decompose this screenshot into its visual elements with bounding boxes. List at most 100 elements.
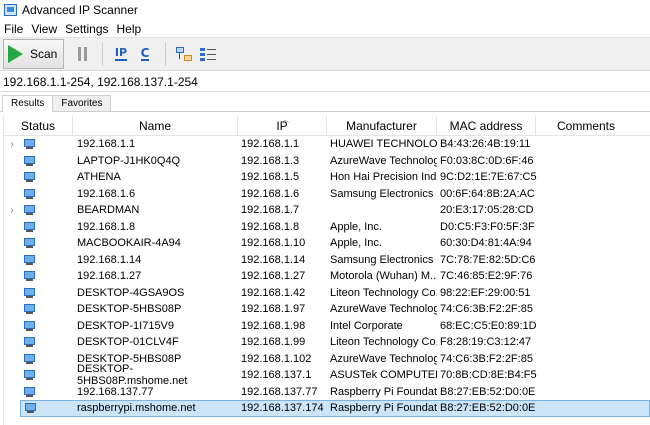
toolbar-separator bbox=[165, 42, 166, 66]
table-row[interactable]: DESKTOP-5HBS08P.mshome.net 192.168.137.1 A… bbox=[4, 363, 650, 387]
manufacturer-cell: Liteon Technology Co... bbox=[330, 336, 437, 349]
ip-cell: 192.168.1.42 bbox=[241, 286, 306, 299]
ip-range-input[interactable] bbox=[3, 75, 643, 89]
ip-cell: 192.168.1.102 bbox=[241, 352, 312, 365]
app-icon bbox=[4, 4, 17, 16]
manufacturer-cell: Samsung Electronics ... bbox=[330, 253, 437, 266]
table-row[interactable]: 192.168.137.77 192.168.137.77 Raspberry Pi… bbox=[4, 384, 650, 401]
computer-icon bbox=[24, 139, 35, 150]
menu-settings[interactable]: Settings bbox=[61, 22, 112, 36]
computer-icon bbox=[24, 172, 35, 183]
name-cell: ATHENA bbox=[77, 171, 121, 184]
ip-cell: 192.168.1.10 bbox=[241, 237, 306, 250]
tab-results[interactable]: Results bbox=[2, 95, 54, 112]
table-row[interactable]: › BEARDMAN 192.168.1.7 20:E3:17:05:28:CD bbox=[4, 202, 650, 219]
mac-cell: 20:E3:17:05:28:CD bbox=[440, 204, 534, 217]
computer-icon bbox=[25, 403, 36, 414]
manufacturer-cell: AzureWave Technolog... bbox=[330, 303, 437, 316]
table-row[interactable]: DESKTOP-1I715V9 192.168.1.98 Intel Corpora… bbox=[4, 318, 650, 335]
computer-icon bbox=[24, 254, 35, 265]
scan-button[interactable]: Scan bbox=[3, 39, 64, 69]
table-row[interactable]: ATHENA 192.168.1.5 Hon Hai Precision Ind..… bbox=[4, 169, 650, 186]
pause-button[interactable] bbox=[71, 41, 93, 67]
status-cell bbox=[20, 171, 73, 183]
tab-strip: Results Favorites bbox=[0, 95, 650, 112]
play-icon bbox=[8, 45, 23, 63]
column-header-mac[interactable]: MAC address bbox=[437, 116, 536, 135]
computer-icon bbox=[24, 155, 35, 166]
manufacturer-cell: Hon Hai Precision Ind... bbox=[330, 171, 437, 184]
tab-favorites[interactable]: Favorites bbox=[52, 95, 112, 111]
manufacturer-cell: ASUSTek COMPUTER I... bbox=[330, 369, 437, 382]
status-cell bbox=[20, 336, 73, 348]
toolbar-separator bbox=[102, 42, 103, 66]
window-title: Advanced IP Scanner bbox=[22, 3, 138, 17]
c-icon: C bbox=[140, 46, 150, 61]
column-header-status[interactable]: Status bbox=[4, 116, 73, 135]
table-row[interactable]: 192.168.1.8 192.168.1.8 Apple, Inc. D0:C5:F… bbox=[4, 219, 650, 236]
status-cell bbox=[20, 188, 73, 200]
computer-icon bbox=[24, 205, 35, 216]
ip-cell: 192.168.1.3 bbox=[241, 154, 300, 167]
ip-cell: 192.168.137.1 bbox=[241, 369, 312, 382]
name-cell: DESKTOP-01CLV4F bbox=[77, 336, 179, 349]
name-cell: DESKTOP-5HBS08P.mshome.net bbox=[77, 363, 188, 388]
table-row[interactable]: › 192.168.1.1 192.168.1.1 HUAWEI TECHNOLOG.… bbox=[4, 136, 650, 153]
menu-view[interactable]: View bbox=[27, 22, 61, 36]
mac-cell: B8:27:EB:52:D0:0E bbox=[440, 402, 536, 415]
manufacturer-cell: Raspberry Pi Foundati... bbox=[330, 402, 437, 415]
manufacturer-cell: Intel Corporate bbox=[330, 319, 403, 332]
manufacturer-cell: Apple, Inc. bbox=[330, 220, 382, 233]
table-row[interactable]: DESKTOP-4GSA9OS 192.168.1.42 Liteon Techno… bbox=[4, 285, 650, 302]
status-cell bbox=[20, 320, 73, 332]
ip-icon: IP bbox=[114, 46, 128, 61]
column-header-manufacturer[interactable]: Manufacturer bbox=[327, 116, 437, 135]
manufacturer-cell: Raspberry Pi Foundati... bbox=[330, 385, 437, 398]
table-row[interactable]: 192.168.1.14 192.168.1.14 Samsung Electron… bbox=[4, 252, 650, 269]
menu-help[interactable]: Help bbox=[113, 22, 146, 36]
name-cell: BEARDMAN bbox=[77, 204, 140, 217]
name-cell: DESKTOP-1I715V9 bbox=[77, 319, 175, 332]
status-cell bbox=[20, 254, 73, 266]
computer-icon bbox=[24, 337, 35, 348]
ip-cell: 192.168.1.27 bbox=[241, 270, 306, 283]
c-subnet-button[interactable]: C bbox=[134, 41, 156, 67]
table-row[interactable]: DESKTOP-5HBS08P 192.168.1.97 AzureWave Tec… bbox=[4, 301, 650, 318]
ip-subnet-button[interactable]: IP bbox=[110, 41, 132, 67]
ip-cell: 192.168.1.98 bbox=[241, 319, 306, 332]
ip-cell: 192.168.1.8 bbox=[241, 220, 300, 233]
table-row[interactable]: 192.168.1.6 192.168.1.6 Samsung Electronic… bbox=[4, 186, 650, 203]
name-cell: DESKTOP-4GSA9OS bbox=[77, 286, 185, 299]
list-icon bbox=[200, 47, 216, 61]
computer-icon bbox=[24, 271, 35, 282]
manufacturer-cell: HUAWEI TECHNOLOG... bbox=[330, 138, 437, 151]
table-row[interactable]: LAPTOP-J1HK0Q4Q 192.168.1.3 AzureWave Tech… bbox=[4, 153, 650, 170]
computer-icon bbox=[24, 370, 35, 381]
name-cell: 192.168.1.6 bbox=[77, 187, 136, 200]
list-view-button[interactable] bbox=[197, 41, 219, 67]
manufacturer-cell: Apple, Inc. bbox=[330, 237, 382, 250]
mac-cell: B8:27:EB:52:D0:0E bbox=[440, 385, 536, 398]
manufacturer-cell: Liteon Technology Co... bbox=[330, 286, 437, 299]
column-header-comments[interactable]: Comments bbox=[536, 116, 636, 135]
manufacturer-cell: Motorola (Wuhan) M... bbox=[330, 270, 437, 283]
title-bar: Advanced IP Scanner bbox=[0, 0, 650, 20]
ip-cell: 192.168.137.77 bbox=[241, 385, 318, 398]
table-row[interactable]: raspberrypi.mshome.net 192.168.137.174 Ras… bbox=[20, 400, 650, 417]
expand-chevron-icon[interactable]: › bbox=[4, 205, 20, 216]
network-view-button[interactable] bbox=[173, 41, 195, 67]
table-row[interactable]: MACBOOKAIR-4A94 192.168.1.10 Apple, Inc. 60… bbox=[4, 235, 650, 252]
expand-chevron-icon[interactable]: › bbox=[4, 139, 20, 150]
table-row[interactable]: 192.168.1.27 192.168.1.27 Motorola (Wuhan)… bbox=[4, 268, 650, 285]
ip-cell: 192.168.1.7 bbox=[241, 204, 300, 217]
status-cell bbox=[20, 155, 73, 167]
ip-cell: 192.168.1.14 bbox=[241, 253, 306, 266]
status-cell bbox=[20, 386, 73, 398]
menu-file[interactable]: File bbox=[0, 22, 27, 36]
column-header-name[interactable]: Name bbox=[73, 116, 238, 135]
mac-cell: B4:43:26:4B:19:11 bbox=[440, 138, 531, 151]
computer-icon bbox=[24, 238, 35, 249]
status-cell bbox=[20, 138, 73, 150]
status-cell bbox=[20, 287, 73, 299]
table-row[interactable]: DESKTOP-01CLV4F 192.168.1.99 Liteon Techno… bbox=[4, 334, 650, 351]
